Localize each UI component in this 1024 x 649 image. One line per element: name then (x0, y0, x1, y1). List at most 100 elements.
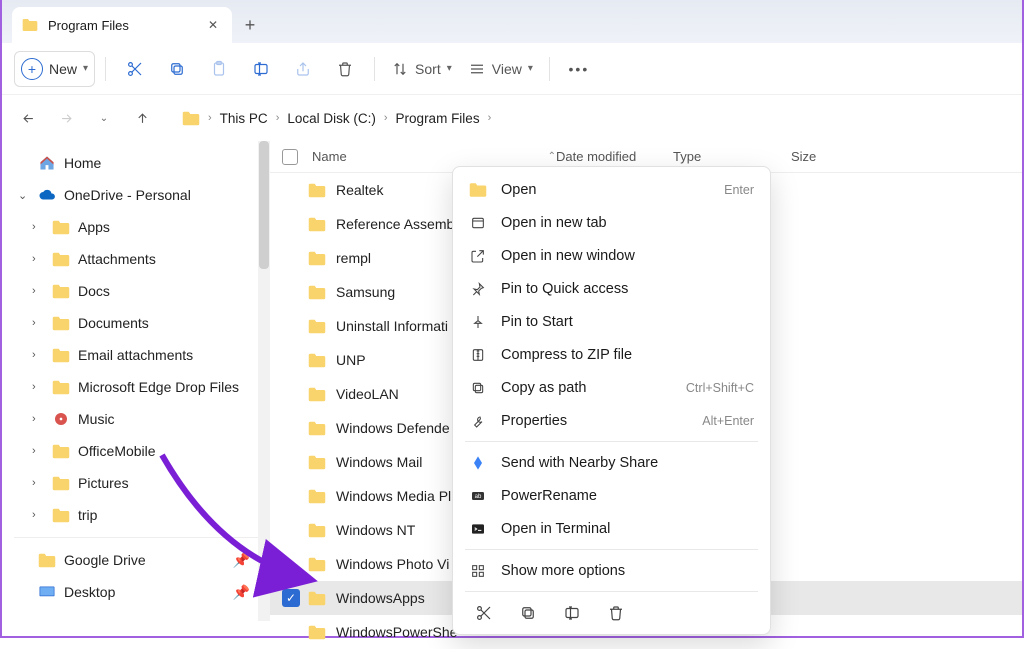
new-tab-button[interactable]: + (232, 7, 268, 43)
trash-icon[interactable] (607, 604, 625, 622)
select-all-checkbox[interactable] (282, 149, 298, 165)
sidebar-item[interactable]: ›Pictures (2, 467, 270, 499)
checkbox-checked-icon[interactable]: ✓ (282, 589, 300, 607)
folder-icon (308, 251, 326, 266)
checkbox[interactable] (282, 521, 300, 539)
ctx-pin-start[interactable]: Pin to Start (457, 305, 766, 338)
sidebar-item[interactable]: ›Attachments (2, 243, 270, 275)
checkbox[interactable] (282, 419, 300, 437)
col-size[interactable]: Size (791, 149, 816, 164)
pin-icon (470, 314, 486, 330)
sidebar-item[interactable]: ›Email attachments (2, 339, 270, 371)
back-button[interactable] (12, 102, 44, 134)
delete-button[interactable] (326, 51, 364, 87)
file-name: Reference Assemb (336, 216, 454, 232)
scissors-icon[interactable] (475, 604, 493, 622)
sidebar-label: OneDrive - Personal (64, 187, 191, 203)
folder-icon (308, 353, 326, 368)
checkbox[interactable] (282, 181, 300, 199)
checkbox[interactable] (282, 283, 300, 301)
checkbox[interactable] (282, 351, 300, 369)
ctx-properties[interactable]: PropertiesAlt+Enter (457, 404, 766, 437)
scrollbar[interactable] (258, 141, 270, 621)
checkbox[interactable] (282, 385, 300, 403)
sidebar-home[interactable]: Home (2, 147, 270, 179)
col-date[interactable]: Date modified (556, 149, 673, 164)
breadcrumb[interactable]: › This PC› Local Disk (C:)› Program File… (182, 111, 491, 126)
sidebar-item[interactable]: ›Apps (2, 211, 270, 243)
paste-button[interactable] (200, 51, 238, 87)
sidebar-item[interactable]: ›Microsoft Edge Drop Files (2, 371, 270, 403)
ctx-pin-quick[interactable]: Pin to Quick access (457, 272, 766, 305)
ctx-compress[interactable]: Compress to ZIP file (457, 338, 766, 371)
checkbox[interactable] (282, 215, 300, 233)
file-name: Windows Media Pl (336, 488, 451, 504)
sidebar-item[interactable]: ›OfficeMobile (2, 435, 270, 467)
copy-button[interactable] (158, 51, 196, 87)
arrow-left-icon (21, 111, 36, 126)
chevron-right-icon: › (32, 317, 44, 329)
chevron-right-icon: › (32, 381, 44, 393)
new-button[interactable]: + New ▾ (14, 51, 95, 87)
sidebar-item[interactable]: › Docs (2, 275, 270, 307)
ctx-open-window[interactable]: Open in new window (457, 239, 766, 272)
ctx-nearby-share[interactable]: Send with Nearby Share (457, 446, 766, 479)
chevron-down-icon: ▾ (447, 63, 452, 74)
sort-icon (391, 60, 409, 78)
sort-button[interactable]: Sort ▾ (385, 51, 458, 87)
col-name[interactable]: Name⌃ (312, 149, 556, 164)
checkbox[interactable] (282, 487, 300, 505)
crumb[interactable]: This PC (220, 111, 268, 126)
ctx-more-options[interactable]: Show more options (457, 554, 766, 587)
list-icon (468, 60, 486, 78)
nearby-icon (470, 455, 486, 471)
sidebar-label: Pictures (78, 475, 129, 491)
close-icon[interactable]: ✕ (204, 16, 222, 34)
sidebar-onedrive[interactable]: ⌄ OneDrive - Personal (2, 179, 270, 211)
forward-button[interactable] (50, 102, 82, 134)
sidebar-desktop[interactable]: Desktop 📌 (2, 576, 270, 608)
sidebar-item[interactable]: ›Music (2, 403, 270, 435)
view-button[interactable]: View ▾ (462, 51, 539, 87)
sidebar-label: Docs (78, 283, 110, 299)
crumb[interactable]: Program Files (396, 111, 480, 126)
copy-icon (168, 60, 186, 78)
scrollbar-thumb[interactable] (259, 141, 269, 269)
ctx-powerrename[interactable]: abPowerRename (457, 479, 766, 512)
ctx-open[interactable]: OpenEnter (457, 173, 766, 206)
crumb[interactable]: Local Disk (C:) (287, 111, 376, 126)
chevron-right-icon: › (32, 285, 44, 297)
ctx-copy-path[interactable]: Copy as pathCtrl+Shift+C (457, 371, 766, 404)
sidebar-item[interactable]: ›trip (2, 499, 270, 531)
col-type[interactable]: Type (673, 149, 791, 164)
more-button[interactable]: ••• (560, 51, 598, 87)
copy-icon[interactable] (519, 604, 537, 622)
file-name: Samsung (336, 284, 395, 300)
cut-button[interactable] (116, 51, 154, 87)
checkbox[interactable] (282, 249, 300, 267)
ctx-open-tab[interactable]: Open in new tab (457, 206, 766, 239)
folder-icon (469, 182, 487, 198)
sidebar-label: Email attachments (78, 347, 193, 363)
recent-button[interactable]: ⌄ (88, 102, 120, 134)
ctx-terminal[interactable]: Open in Terminal (457, 512, 766, 545)
chevron-down-icon: ▾ (83, 63, 88, 74)
toolbar: + New ▾ Sort ▾ View ▾ ••• (2, 43, 1022, 95)
file-name: Windows Photo Vi (336, 556, 449, 572)
rename-button[interactable] (242, 51, 280, 87)
up-button[interactable] (126, 102, 158, 134)
checkbox[interactable] (282, 623, 300, 641)
checkbox[interactable] (282, 555, 300, 573)
wrench-icon (470, 413, 486, 429)
share-button[interactable] (284, 51, 322, 87)
sidebar-label: Music (78, 411, 115, 427)
sidebar-google-drive[interactable]: Google Drive 📌 (2, 544, 270, 576)
music-icon (52, 411, 70, 427)
pin-icon (470, 281, 486, 297)
sidebar-item[interactable]: ›Documents (2, 307, 270, 339)
checkbox[interactable] (282, 317, 300, 335)
view-label: View (492, 61, 522, 77)
browser-tab[interactable]: Program Files ✕ (12, 7, 232, 43)
rename-icon[interactable] (563, 604, 581, 622)
checkbox[interactable] (282, 453, 300, 471)
